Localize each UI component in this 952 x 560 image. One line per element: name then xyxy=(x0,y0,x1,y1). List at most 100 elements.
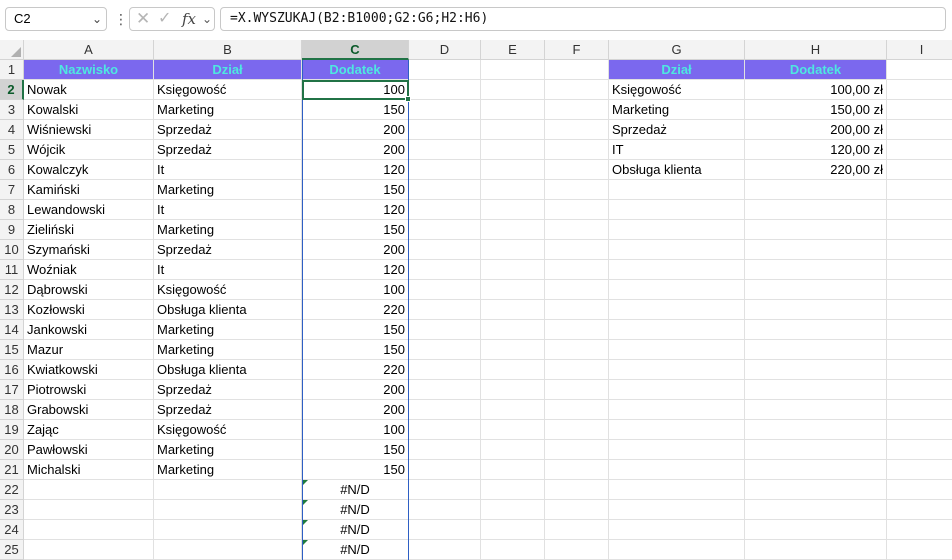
lookup-header-cell[interactable]: Dodatek xyxy=(745,60,887,80)
cell-f11[interactable] xyxy=(545,260,609,280)
column-header-h[interactable]: H xyxy=(745,40,887,60)
cell-e1[interactable] xyxy=(481,60,545,80)
cell-c4[interactable]: 200 xyxy=(302,120,409,140)
cell-a18[interactable]: Grabowski xyxy=(24,400,154,420)
cell-h9[interactable] xyxy=(745,220,887,240)
cell-e22[interactable] xyxy=(481,480,545,500)
cell-f16[interactable] xyxy=(545,360,609,380)
cell-i19[interactable] xyxy=(887,420,952,440)
cell-b24[interactable] xyxy=(154,520,302,540)
cell-e6[interactable] xyxy=(481,160,545,180)
row-header-4[interactable]: 4 xyxy=(0,120,24,140)
cell-c13[interactable]: 220 xyxy=(302,300,409,320)
cell-a8[interactable]: Lewandowski xyxy=(24,200,154,220)
cell-c10[interactable]: 200 xyxy=(302,240,409,260)
row-header-24[interactable]: 24 xyxy=(0,520,24,540)
column-header-b[interactable]: B xyxy=(154,40,302,60)
row-header-1[interactable]: 1 xyxy=(0,60,24,80)
cell-b8[interactable]: It xyxy=(154,200,302,220)
cell-e2[interactable] xyxy=(481,80,545,100)
cell-a15[interactable]: Mazur xyxy=(24,340,154,360)
cell-f10[interactable] xyxy=(545,240,609,260)
cell-a22[interactable] xyxy=(24,480,154,500)
row-header-5[interactable]: 5 xyxy=(0,140,24,160)
cell-h14[interactable] xyxy=(745,320,887,340)
error-cell[interactable]: #N/D xyxy=(302,500,409,520)
row-header-21[interactable]: 21 xyxy=(0,460,24,480)
cell-d10[interactable] xyxy=(409,240,481,260)
cell-g9[interactable] xyxy=(609,220,745,240)
row-header-17[interactable]: 17 xyxy=(0,380,24,400)
cell-a2[interactable]: Nowak xyxy=(24,80,154,100)
cell-d17[interactable] xyxy=(409,380,481,400)
cell-e24[interactable] xyxy=(481,520,545,540)
cell-h25[interactable] xyxy=(745,540,887,560)
select-all-button[interactable] xyxy=(0,40,24,60)
cell-b15[interactable]: Marketing xyxy=(154,340,302,360)
cell-a3[interactable]: Kowalski xyxy=(24,100,154,120)
cell-f20[interactable] xyxy=(545,440,609,460)
cell-i24[interactable] xyxy=(887,520,952,540)
cell-c18[interactable]: 200 xyxy=(302,400,409,420)
cell-i7[interactable] xyxy=(887,180,952,200)
row-header-15[interactable]: 15 xyxy=(0,340,24,360)
cell-g15[interactable] xyxy=(609,340,745,360)
cell-i4[interactable] xyxy=(887,120,952,140)
cell-h4[interactable]: 200,00 zł xyxy=(745,120,887,140)
cell-d4[interactable] xyxy=(409,120,481,140)
cell-b14[interactable]: Marketing xyxy=(154,320,302,340)
chevron-down-icon[interactable]: ⌄ xyxy=(202,8,212,30)
cell-i21[interactable] xyxy=(887,460,952,480)
cell-a16[interactable]: Kwiatkowski xyxy=(24,360,154,380)
cell-a24[interactable] xyxy=(24,520,154,540)
cell-f14[interactable] xyxy=(545,320,609,340)
cell-d25[interactable] xyxy=(409,540,481,560)
cell-i3[interactable] xyxy=(887,100,952,120)
cell-b16[interactable]: Obsługa klienta xyxy=(154,360,302,380)
cell-a14[interactable]: Jankowski xyxy=(24,320,154,340)
cell-f24[interactable] xyxy=(545,520,609,540)
name-box[interactable]: C2 ⌄ xyxy=(5,7,107,31)
cell-a10[interactable]: Szymański xyxy=(24,240,154,260)
cell-g18[interactable] xyxy=(609,400,745,420)
cell-f23[interactable] xyxy=(545,500,609,520)
cell-h6[interactable]: 220,00 zł xyxy=(745,160,887,180)
cell-i16[interactable] xyxy=(887,360,952,380)
chevron-down-icon[interactable]: ⌄ xyxy=(92,8,102,30)
column-header-a[interactable]: A xyxy=(24,40,154,60)
row-header-22[interactable]: 22 xyxy=(0,480,24,500)
cell-a13[interactable]: Kozłowski xyxy=(24,300,154,320)
cell-i14[interactable] xyxy=(887,320,952,340)
cell-h12[interactable] xyxy=(745,280,887,300)
cell-i6[interactable] xyxy=(887,160,952,180)
cell-g6[interactable]: Obsługa klienta xyxy=(609,160,745,180)
cell-c15[interactable]: 150 xyxy=(302,340,409,360)
cell-i9[interactable] xyxy=(887,220,952,240)
cell-e15[interactable] xyxy=(481,340,545,360)
cell-i12[interactable] xyxy=(887,280,952,300)
cell-e11[interactable] xyxy=(481,260,545,280)
cell-d20[interactable] xyxy=(409,440,481,460)
cell-c17[interactable]: 200 xyxy=(302,380,409,400)
cell-d6[interactable] xyxy=(409,160,481,180)
cell-a4[interactable]: Wiśniewski xyxy=(24,120,154,140)
row-header-16[interactable]: 16 xyxy=(0,360,24,380)
error-cell[interactable]: #N/D xyxy=(302,540,409,560)
cell-i8[interactable] xyxy=(887,200,952,220)
row-header-25[interactable]: 25 xyxy=(0,540,24,560)
cell-h20[interactable] xyxy=(745,440,887,460)
cell-g24[interactable] xyxy=(609,520,745,540)
cell-f18[interactable] xyxy=(545,400,609,420)
cell-h3[interactable]: 150,00 zł xyxy=(745,100,887,120)
cell-f17[interactable] xyxy=(545,380,609,400)
cell-h7[interactable] xyxy=(745,180,887,200)
cell-i18[interactable] xyxy=(887,400,952,420)
cell-b11[interactable]: It xyxy=(154,260,302,280)
cell-g14[interactable] xyxy=(609,320,745,340)
cell-b9[interactable]: Marketing xyxy=(154,220,302,240)
cell-c6[interactable]: 120 xyxy=(302,160,409,180)
cell-i22[interactable] xyxy=(887,480,952,500)
cell-f12[interactable] xyxy=(545,280,609,300)
formula-input[interactable]: =X.WYSZUKAJ(B2:B1000;G2:G6;H2:H6) xyxy=(220,7,946,31)
cell-c12[interactable]: 100 xyxy=(302,280,409,300)
